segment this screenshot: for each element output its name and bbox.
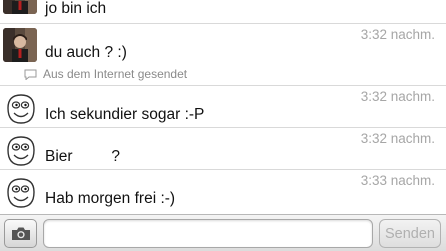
message-thread: jo bin ich du auch ? :) 3:32 nachm. Aus … bbox=[0, 0, 446, 214]
message-row: du auch ? :) 3:32 nachm. Aus dem Interne… bbox=[0, 24, 446, 86]
message-timestamp: 3:32 nachm. bbox=[360, 27, 435, 42]
send-button[interactable]: Senden bbox=[379, 219, 441, 248]
speech-bubble-icon bbox=[24, 69, 37, 80]
message-source-label: Aus dem Internet gesendet bbox=[43, 67, 188, 81]
message-row: Ich sekundier sogar :-P 3:32 nachm. bbox=[0, 86, 446, 128]
message-text: Ich sekundier sogar :-P bbox=[45, 106, 205, 123]
avatar[interactable] bbox=[3, 134, 37, 168]
avatar[interactable] bbox=[3, 28, 37, 62]
message-timestamp: 3:33 nachm. bbox=[360, 173, 435, 188]
message-timestamp: 3:32 nachm. bbox=[360, 89, 435, 104]
message-text: jo bin ich bbox=[45, 0, 107, 17]
message-text: du auch ? :) bbox=[45, 44, 127, 61]
avatar[interactable] bbox=[3, 176, 37, 210]
message-text: Hab morgen frei :-) bbox=[45, 190, 176, 207]
message-composer: Senden bbox=[0, 214, 446, 251]
avatar[interactable] bbox=[3, 0, 37, 14]
message-timestamp: 3:32 nachm. bbox=[360, 131, 435, 146]
message-source: Aus dem Internet gesendet bbox=[24, 67, 187, 81]
message-text: Bier ? bbox=[45, 148, 120, 165]
camera-icon bbox=[11, 227, 30, 240]
message-input[interactable] bbox=[43, 219, 373, 248]
message-row: Bier ? 3:32 nachm. bbox=[0, 128, 446, 170]
avatar[interactable] bbox=[3, 92, 37, 126]
message-row: Hab morgen frei :-) 3:33 nachm. bbox=[0, 170, 446, 214]
camera-button[interactable] bbox=[4, 219, 37, 248]
message-row: jo bin ich bbox=[0, 0, 446, 24]
